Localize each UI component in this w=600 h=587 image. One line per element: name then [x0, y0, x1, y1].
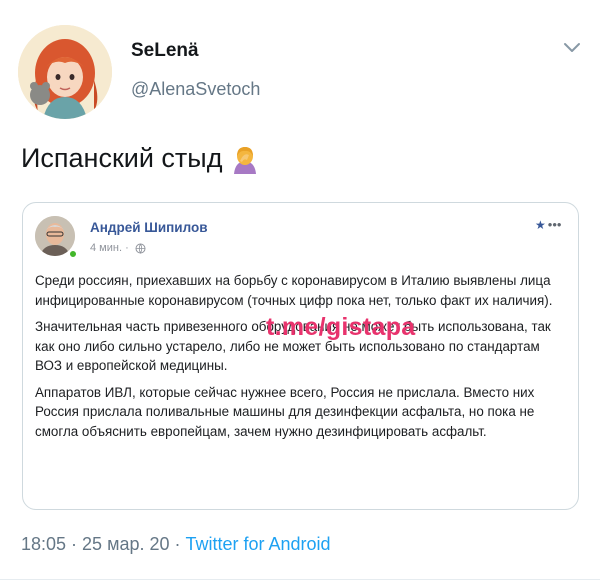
post-body: Среди россиян, приехавших на борьбу с ко…: [35, 271, 570, 448]
tweet-source-link[interactable]: Twitter for Android: [185, 534, 330, 554]
post-paragraph: Аппаратов ИВЛ, которые сейчас нужнее все…: [35, 384, 535, 439]
post-time: 4 мин. ·: [90, 242, 146, 254]
post-menu[interactable]: ★ •••: [535, 217, 561, 232]
woman-facepalming-icon: [230, 144, 260, 174]
online-status-dot: [68, 249, 78, 259]
post-author-name[interactable]: Андрей Шипилов: [90, 220, 208, 235]
tweet: SeLenä @AlenaSvetoch Испанский стыд Андр…: [0, 0, 600, 587]
tweet-metadata: 18:05 · 25 мар. 20 · Twitter for Android: [21, 534, 331, 555]
user-avatar[interactable]: [18, 25, 112, 119]
watermark-text: t.me/gistapa: [266, 313, 416, 341]
embedded-facebook-post[interactable]: Андрей Шипилов 4 мин. · ★ ••• Среди росс…: [22, 202, 579, 510]
tweet-timestamp[interactable]: 18:05 · 25 мар. 20 ·: [21, 534, 185, 554]
chevron-down-icon[interactable]: [561, 36, 583, 58]
more-dots-icon[interactable]: •••: [548, 217, 562, 232]
post-paragraph: Среди россиян, приехавших на борьбу с ко…: [35, 273, 553, 308]
globe-icon: [135, 243, 146, 254]
divider: [0, 579, 600, 580]
user-handle[interactable]: @AlenaSvetoch: [131, 79, 260, 100]
tweet-text: Испанский стыд: [21, 143, 260, 174]
star-icon: ★: [535, 217, 546, 232]
post-time-label[interactable]: 4 мин. ·: [90, 242, 129, 254]
tweet-text-content: Испанский стыд: [21, 143, 223, 173]
display-name[interactable]: SeLenä: [131, 40, 199, 62]
